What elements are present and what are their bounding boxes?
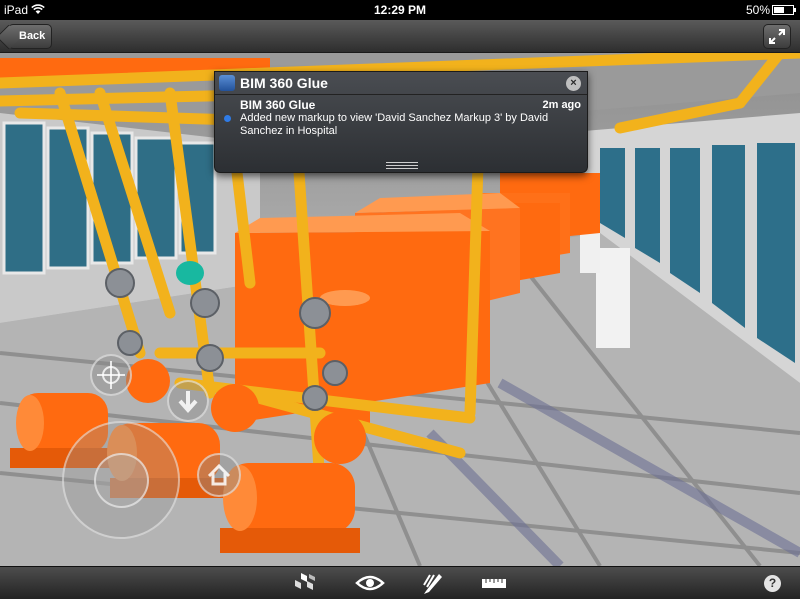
joystick-knob[interactable] [94,453,149,508]
look-around-button[interactable] [90,354,132,396]
battery-percent: 50% [745,3,770,17]
markup-pen-icon [423,574,442,594]
move-down-button[interactable] [167,380,209,422]
notification-header: BIM 360 Glue × [215,72,587,95]
bottom-toolbar: ? [0,566,800,599]
push-notification[interactable]: BIM 360 Glue × BIM 360 Glue 2m ago Added… [214,71,588,173]
help-button[interactable]: ? [764,575,781,592]
fullscreen-button[interactable] [763,24,791,49]
model-browser-icon [295,573,315,590]
clock: 12:29 PM [373,3,427,17]
crosshair-icon [97,361,125,389]
back-button[interactable]: Back [8,24,52,49]
measure-button[interactable] [481,571,507,595]
markup-button[interactable] [420,571,446,595]
notification-time: 2m ago [542,99,581,111]
status-bar: iPad 12:29 PM 50% [0,0,800,20]
top-bar: Back [0,20,800,53]
home-view-button[interactable] [197,453,241,497]
views-eye-icon [355,575,385,591]
expand-arrows-icon [769,29,785,44]
home-icon [207,463,231,486]
notification-app-name: BIM 360 Glue [240,75,328,91]
grabber-handle-icon[interactable] [386,160,418,171]
navigation-joystick[interactable] [62,421,180,539]
down-arrow-icon [178,391,198,414]
battery-icon [772,5,796,15]
model-viewer[interactable]: BIM 360 Glue × BIM 360 Glue 2m ago Added… [0,53,800,566]
notification-title: BIM 360 Glue [240,98,316,112]
back-button-label: Back [19,30,46,42]
views-button[interactable] [355,571,385,595]
bim360-app-icon [219,75,235,91]
measure-ruler-icon [482,579,506,588]
notification-message: Added new markup to view 'David Sanchez … [240,112,549,137]
model-browser-button[interactable] [293,571,319,595]
close-icon[interactable]: × [566,76,581,91]
unread-dot-icon [224,115,231,122]
